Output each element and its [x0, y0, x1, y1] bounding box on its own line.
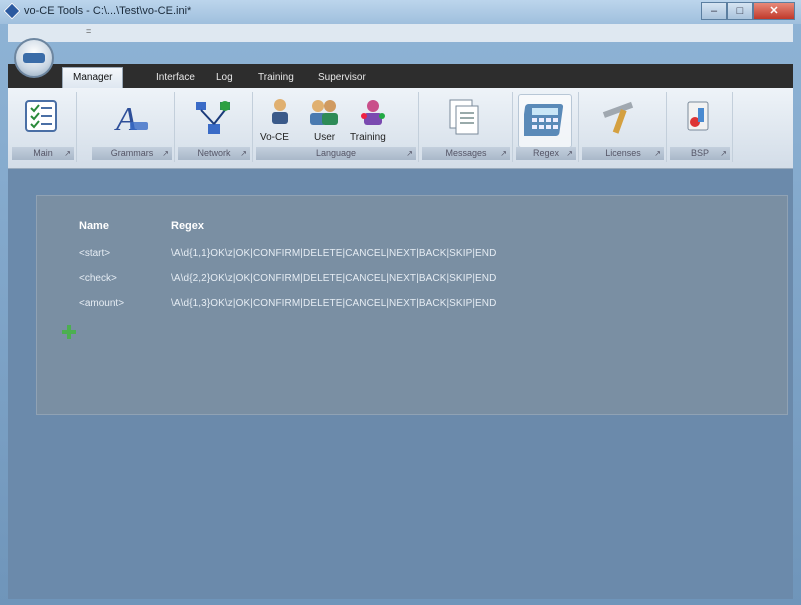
- user-button[interactable]: [308, 98, 340, 131]
- group-label-language: Language ↗: [256, 147, 416, 160]
- dialog-launcher-icon[interactable]: ↗: [64, 147, 71, 160]
- group-label-text: Network: [197, 148, 231, 158]
- calculator-icon[interactable]: [521, 100, 566, 145]
- add-regex-icon[interactable]: [61, 324, 77, 340]
- dialog-launcher-icon[interactable]: ↗: [500, 147, 507, 160]
- ribbon-group-messages: Messages ↗: [420, 92, 513, 162]
- title-bar[interactable]: vo-CE Tools - C:\...\Test\vo-CE.ini* – □…: [0, 0, 801, 24]
- minimize-button[interactable]: –: [701, 2, 727, 20]
- group-label-messages: Messages ↗: [422, 147, 510, 160]
- regex-panel: Name Regex <start> \A\d{1,1}OK\z|OK|CONF…: [36, 195, 788, 415]
- regex-name-cell[interactable]: <check>: [79, 273, 117, 284]
- group-label-bsp: BSP ↗: [670, 147, 730, 160]
- ribbon-tab-strip: Manager Interface Log Training Superviso…: [8, 64, 793, 89]
- group-label-regex: Regex ↗: [516, 147, 576, 160]
- dialog-launcher-icon[interactable]: ↗: [240, 147, 247, 160]
- user-label[interactable]: User: [314, 132, 335, 143]
- svg-text:A: A: [114, 101, 137, 138]
- dialog-launcher-icon[interactable]: ↗: [566, 147, 573, 160]
- checklist-icon[interactable]: [24, 98, 60, 139]
- dialog-launcher-icon[interactable]: ↗: [654, 147, 661, 160]
- application-window: vo-CE Tools - C:\...\Test\vo-CE.ini* – □…: [0, 0, 801, 605]
- ribbon-group-main: Main ↗: [10, 92, 77, 162]
- ribbon-group-grammars: A Grammars ↗: [90, 92, 175, 162]
- window-controls: – □ ✕: [701, 2, 795, 20]
- tab-training[interactable]: Training: [248, 68, 304, 88]
- tools-icon[interactable]: [602, 98, 642, 143]
- tab-interface[interactable]: Interface: [146, 68, 205, 88]
- group-label-network: Network ↗: [178, 147, 250, 160]
- column-header-regex: Regex: [171, 220, 205, 232]
- training-label[interactable]: Training: [350, 132, 386, 143]
- regex-value-cell[interactable]: \A\d{1,1}OK\z|OK|CONFIRM|DELETE|CANCEL|N…: [171, 248, 496, 259]
- app-icon: [3, 2, 21, 20]
- close-button[interactable]: ✕: [753, 2, 795, 20]
- tab-manager[interactable]: Manager: [62, 67, 124, 89]
- vo-ce-person-icon: [272, 99, 288, 124]
- bsp-icon[interactable]: [682, 98, 716, 143]
- font-icon[interactable]: A: [112, 98, 152, 143]
- training-button[interactable]: [358, 98, 388, 131]
- ribbon-panel: Main ↗ A Grammars ↗ Network ↗ Vo-CE User…: [8, 88, 793, 169]
- tab-supervisor[interactable]: Supervisor: [308, 68, 376, 88]
- group-label-text: Regex: [532, 148, 559, 158]
- ribbon-group-language: Vo-CE User Training Language ↗: [254, 92, 419, 162]
- group-label-licenses: Licenses ↗: [582, 147, 664, 160]
- network-icon[interactable]: [194, 98, 234, 143]
- vo-ce-label[interactable]: Vo-CE: [260, 132, 289, 143]
- regex-value-cell[interactable]: \A\d{1,3}OK\z|OK|CONFIRM|DELETE|CANCEL|N…: [171, 298, 496, 309]
- regex-value-cell[interactable]: \A\d{2,2}OK\z|OK|CONFIRM|DELETE|CANCEL|N…: [171, 273, 496, 284]
- window-title: vo-CE Tools - C:\...\Test\vo-CE.ini*: [24, 5, 192, 17]
- maximize-button[interactable]: □: [727, 2, 753, 20]
- vo-ce-button[interactable]: [268, 98, 292, 131]
- group-label-text: Grammars: [110, 148, 154, 158]
- ribbon-group-network: Network ↗: [176, 92, 253, 162]
- app-logo-icon: [23, 53, 45, 63]
- dialog-launcher-icon[interactable]: ↗: [720, 147, 727, 160]
- application-menu-button[interactable]: [14, 38, 54, 78]
- ribbon-group-regex: Regex ↗: [514, 92, 579, 162]
- group-label-text: BSP: [690, 148, 709, 158]
- users-icon: [310, 100, 338, 125]
- group-label-text: Messages: [445, 148, 487, 158]
- main-content: Name Regex <start> \A\d{1,1}OK\z|OK|CONF…: [8, 169, 793, 599]
- column-header-name: Name: [79, 220, 109, 232]
- dialog-launcher-icon[interactable]: ↗: [162, 147, 169, 160]
- quick-access-toolbar: =: [8, 24, 793, 42]
- group-label-grammars: Grammars ↗: [92, 147, 172, 160]
- regex-name-cell[interactable]: <start>: [79, 248, 110, 259]
- regex-name-cell[interactable]: <amount>: [79, 298, 124, 309]
- training-icon: [361, 100, 385, 125]
- ribbon-group-licenses: Licenses ↗: [580, 92, 667, 162]
- documents-icon[interactable]: [446, 98, 482, 143]
- tab-log[interactable]: Log: [206, 68, 243, 88]
- qat-customize-button[interactable]: =: [86, 26, 91, 36]
- group-label-text: Main: [33, 148, 53, 158]
- dialog-launcher-icon[interactable]: ↗: [406, 147, 413, 160]
- group-label-text: Language: [315, 148, 357, 158]
- group-label-text: Licenses: [605, 148, 641, 158]
- ribbon-group-bsp: BSP ↗: [668, 92, 733, 162]
- group-label-main: Main ↗: [12, 147, 74, 160]
